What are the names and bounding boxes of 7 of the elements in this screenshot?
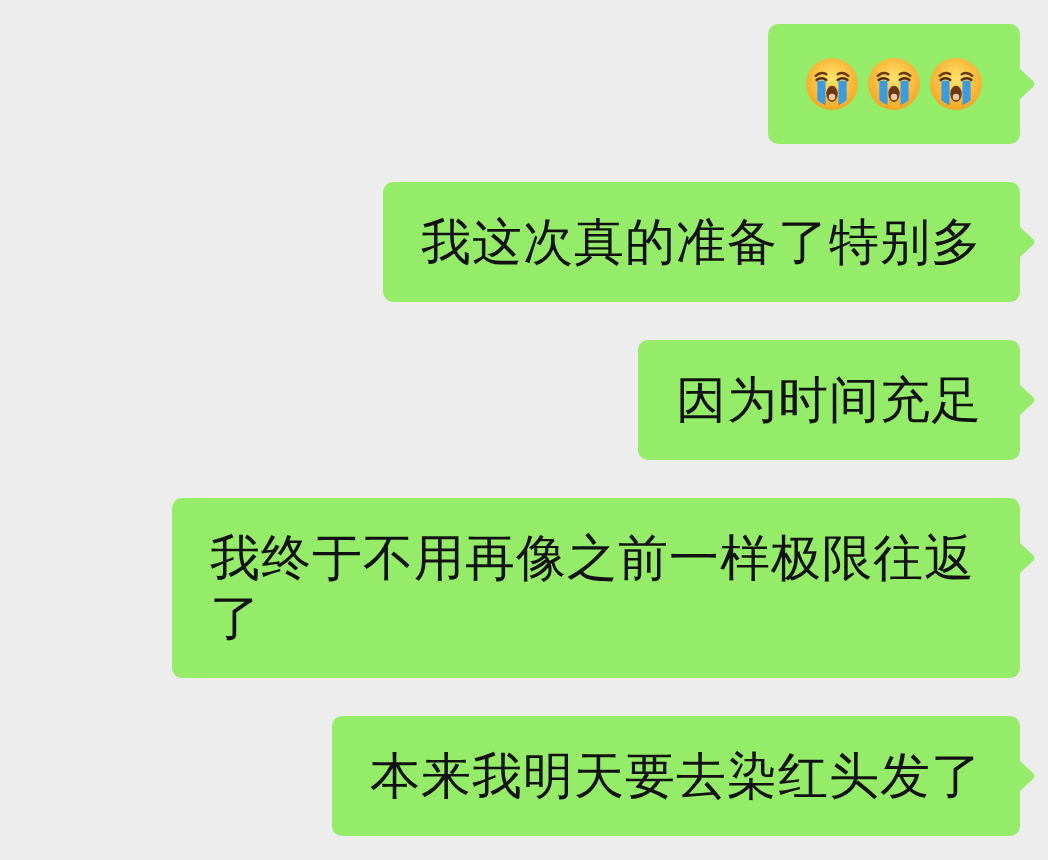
crying-face-icon — [806, 58, 858, 110]
message-text: 我这次真的准备了特别多 — [421, 213, 982, 272]
message-text: 本来我明天要去染红头发了 — [370, 747, 982, 806]
crying-face-icon — [930, 58, 982, 110]
message-text: 我终于不用再像之前一样极限往返了 — [210, 529, 976, 648]
message-text: 因为时间充足 — [676, 371, 982, 430]
crying-face-icon — [868, 58, 920, 110]
